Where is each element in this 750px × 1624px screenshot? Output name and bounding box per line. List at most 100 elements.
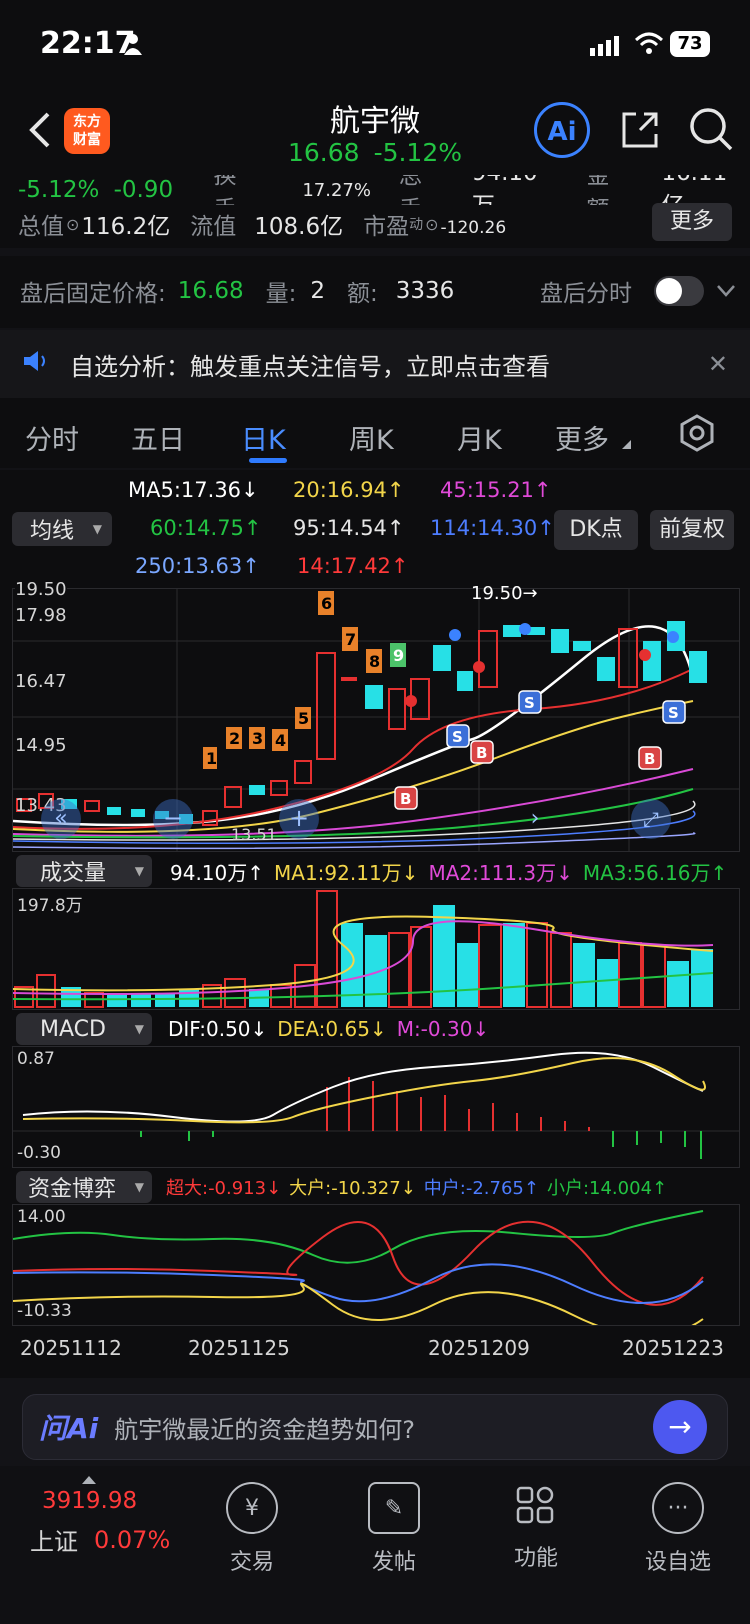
- grid-icon: [512, 1482, 560, 1530]
- notice-bar[interactable]: 自选分析：触发重点关注信号，立即点击查看 ✕: [0, 330, 750, 398]
- nav-watch[interactable]: ··· 设自选: [636, 1482, 720, 1576]
- caret-down-icon: ▼: [92, 522, 102, 536]
- fund-svg: [12, 1210, 704, 1338]
- zoom-out-icon[interactable]: −: [153, 799, 193, 839]
- tab-weekly[interactable]: 周K: [349, 418, 394, 457]
- tab-more[interactable]: 更多: [555, 418, 609, 457]
- kline-high-label: 19.50→: [471, 583, 538, 604]
- tab-daily[interactable]: 日K: [241, 418, 286, 457]
- close-icon[interactable]: ✕: [708, 350, 728, 378]
- chevron-down-icon[interactable]: [716, 278, 736, 304]
- edit-icon: ✎: [368, 1482, 420, 1534]
- nav-trade[interactable]: ¥ 交易: [212, 1482, 292, 1576]
- kline-low-label: 13.51: [231, 825, 277, 844]
- battery-level: 73: [677, 33, 703, 54]
- zoom-in-icon[interactable]: +: [279, 799, 319, 839]
- tab-5day[interactable]: 五日: [131, 418, 185, 457]
- volume-legend: 成交量 ▼ 94.10万↑ MA1:92.11万↓ MA2:111.3万↓ MA…: [0, 854, 750, 888]
- scroll-right-icon[interactable]: ›: [515, 799, 555, 839]
- tab-intraday[interactable]: 分时: [25, 418, 79, 457]
- macd-svg: [13, 1051, 739, 1159]
- macd-m: M:-0.30↓: [396, 1017, 490, 1041]
- index-widget[interactable]: 3919.98 上证 0.07%: [30, 1476, 180, 1557]
- vol-label: 总手: [398, 175, 422, 205]
- after-hours-amt: 3336: [395, 278, 455, 304]
- date-label: 20251112: [20, 1336, 122, 1360]
- after-hours-toggle[interactable]: [654, 276, 704, 306]
- more-button[interactable]: 更多: [652, 203, 732, 241]
- nav-trade-label: 交易: [229, 1550, 274, 1575]
- nav-function[interactable]: 功能: [496, 1482, 576, 1572]
- status-time: 22:17: [40, 26, 136, 61]
- kline-marker: 1: [206, 749, 217, 768]
- ma60-value: 60:14.75↑: [150, 516, 262, 540]
- kline-chart[interactable]: 1 2 3 4 5 6 7 8 9 S B S B S B 19.50 17.9…: [12, 579, 740, 852]
- info-icon: ⊙: [425, 214, 439, 234]
- ma20-value: 20:16.94↑: [293, 478, 405, 502]
- macd-legend: MACD ▼ DIF:0.50↓ DEA:0.65↓ M:-0.30↓: [0, 1012, 750, 1046]
- kline-marker: 6: [321, 594, 332, 613]
- ma114-value: 114:14.30↑: [430, 516, 555, 540]
- ma14-value: 14:17.42↑: [297, 554, 409, 578]
- fund-small: 小户:14.004↑: [546, 1178, 668, 1199]
- amount-value: 16.11亿: [661, 175, 748, 205]
- ai-brand-label: 问Ai: [39, 1412, 99, 1445]
- vol-value: 94.10万: [472, 175, 559, 205]
- scroll-left-icon[interactable]: «: [41, 799, 81, 839]
- ai-prompt-area: 问Ai 航宇微最近的资金趋势如何? →: [0, 1378, 750, 1466]
- volume-top-label: 197.8万: [17, 896, 83, 916]
- fund-big: 超大:-0.913↓: [166, 1178, 282, 1199]
- dk-button[interactable]: DK点: [554, 510, 638, 550]
- after-hours-amt-label: 额:: [347, 281, 378, 307]
- fq-button[interactable]: 前复权: [650, 510, 734, 550]
- caret-down-icon: ▼: [134, 864, 144, 878]
- mcap-value: 116.2亿: [81, 214, 171, 240]
- volume-select[interactable]: 成交量 ▼: [16, 855, 152, 887]
- svg-text:B: B: [400, 790, 411, 808]
- macd-select-label: MACD: [40, 1016, 106, 1042]
- nav-function-label: 功能: [513, 1546, 558, 1571]
- ai-icon[interactable]: Ai: [534, 102, 590, 158]
- battery-icon: 73: [670, 31, 710, 57]
- gear-icon[interactable]: [678, 414, 716, 456]
- fund-select-label: 资金博弈: [28, 1177, 117, 1202]
- fullscreen-icon[interactable]: ⤢: [631, 799, 671, 839]
- macd-select[interactable]: MACD ▼: [16, 1013, 152, 1045]
- volume-ma3: MA3:56.16万↑: [582, 860, 728, 885]
- macd-top-label: 0.87: [17, 1049, 55, 1069]
- svg-text:S: S: [524, 694, 535, 712]
- nav-post[interactable]: ✎ 发帖: [354, 1482, 434, 1576]
- status-bar: 22:17 73: [0, 0, 750, 90]
- turnover-label: 换手: [213, 175, 237, 205]
- ma45-value: 45:15.21↑: [440, 478, 552, 502]
- share-icon[interactable]: [618, 108, 662, 156]
- arrow-right-icon[interactable]: →: [653, 1400, 707, 1454]
- header-change: -5.12%: [373, 138, 463, 167]
- macd-dif: DIF:0.50↓: [168, 1017, 268, 1041]
- volume-select-label: 成交量: [40, 861, 107, 886]
- quote-chg: -0.90: [113, 177, 174, 203]
- bottom-nav: 3919.98 上证 0.07% ¥ 交易 ✎ 发帖 功能 ··· 设自选: [0, 1466, 750, 1624]
- after-hours-price: 16.68: [177, 278, 244, 304]
- more-dots-icon: ···: [652, 1482, 704, 1534]
- search-icon[interactable]: [688, 106, 734, 156]
- tab-monthly[interactable]: 月K: [457, 418, 502, 457]
- quote-row-1: -5.12% -0.90 换手 17.27% 总手 94.10万 金额 16.1…: [18, 175, 748, 205]
- info-icon: ⊙: [66, 214, 80, 234]
- caret-down-icon: ▼: [134, 1180, 144, 1194]
- divider: [0, 248, 750, 256]
- person-icon: [124, 33, 142, 55]
- speaker-icon: [22, 349, 50, 379]
- fund-legend: 资金博弈 ▼ 超大:-0.913↓ 大户:-10.327↓ 中户:-2.765↑…: [0, 1170, 750, 1204]
- kline-marker: 5: [298, 709, 309, 728]
- period-tabs: 分时 五日 日K 周K 月K 更多: [0, 400, 750, 465]
- ma-select[interactable]: 均线 ▼: [12, 512, 112, 546]
- volume-svg: [12, 890, 714, 1008]
- signal-icon: [590, 34, 622, 60]
- ai-prompt-bar[interactable]: 问Ai 航宇微最近的资金趋势如何? →: [22, 1394, 728, 1460]
- fund-select[interactable]: 资金博弈 ▼: [16, 1171, 152, 1203]
- fund-bottom-label: -10.33: [17, 1301, 72, 1321]
- dropdown-corner-icon: [622, 440, 631, 449]
- fund-top-label: 14.00: [17, 1207, 66, 1227]
- svg-text:S: S: [452, 728, 463, 746]
